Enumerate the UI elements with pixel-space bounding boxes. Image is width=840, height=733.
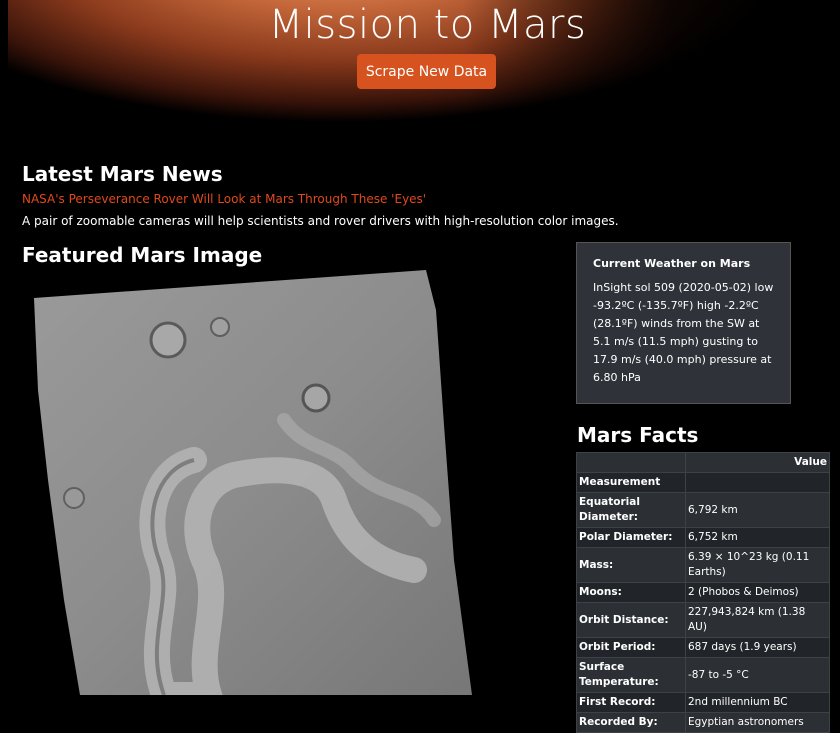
fact-value: 6,752 km	[685, 527, 830, 548]
page-title: Mission to Mars	[268, 2, 587, 48]
table-row: Orbit Distance: 227,943,824 km (1.38 AU)	[576, 602, 830, 638]
fact-value: 2 (Phobos & Deimos)	[685, 582, 830, 603]
table-header-row: Measurement	[576, 472, 830, 493]
fact-label: Orbit Distance:	[576, 602, 686, 638]
column-header-value: Value	[685, 452, 830, 473]
fact-value: 6.39 × 10^23 kg (0.11 Earths)	[685, 547, 830, 583]
fact-label: Moons:	[576, 582, 686, 603]
fact-label: Equatorial Diameter:	[576, 492, 686, 528]
table-row: Recorded By: Egyptian astronomers	[576, 712, 830, 733]
fact-value: 687 days (1.9 years)	[685, 637, 830, 658]
fact-label: Surface Temperature:	[576, 657, 686, 693]
featured-mars-image	[34, 270, 472, 695]
mars-facts-heading: Mars Facts	[577, 423, 699, 447]
table-row: Equatorial Diameter: 6,792 km	[576, 492, 830, 528]
mars-facts-table: Value Measurement Equatorial Diameter: 6…	[576, 452, 830, 733]
fact-label: Polar Diameter:	[576, 527, 686, 548]
fact-value: 6,792 km	[685, 492, 830, 528]
table-row: First Record: 2nd millennium BC	[576, 692, 830, 713]
fact-value: Egyptian astronomers	[685, 712, 830, 733]
fact-value: -87 to -5 °C	[685, 657, 830, 693]
table-row: Surface Temperature: -87 to -5 °C	[576, 657, 830, 693]
fact-label: Mass:	[576, 547, 686, 583]
table-header-row: Value	[576, 452, 830, 473]
weather-title: Current Weather on Mars	[593, 257, 751, 270]
table-row: Moons: 2 (Phobos & Deimos)	[576, 582, 830, 603]
fact-value: 2nd millennium BC	[685, 692, 830, 713]
weather-card: Current Weather on Mars InSight sol 509 …	[576, 242, 791, 404]
fact-label: First Record:	[576, 692, 686, 713]
news-title: NASA's Perseverance Rover Will Look at M…	[22, 192, 427, 206]
scrape-new-data-button[interactable]: Scrape New Data	[357, 54, 496, 89]
table-row: Mass: 6.39 × 10^23 kg (0.11 Earths)	[576, 547, 830, 583]
news-paragraph: A pair of zoomable cameras will help sci…	[22, 214, 619, 228]
table-row: Polar Diameter: 6,752 km	[576, 527, 830, 548]
table-row: Orbit Period: 687 days (1.9 years)	[576, 637, 830, 658]
featured-image-heading: Featured Mars Image	[22, 243, 263, 267]
weather-text: InSight sol 509 (2020-05-02) low -93.2ºC…	[593, 281, 774, 384]
fact-label: Recorded By:	[576, 712, 686, 733]
fact-label: Orbit Period:	[576, 637, 686, 658]
fact-value: 227,943,824 km (1.38 AU)	[685, 602, 830, 638]
latest-news-heading: Latest Mars News	[22, 162, 223, 186]
column-header-measurement: Measurement	[576, 472, 686, 493]
